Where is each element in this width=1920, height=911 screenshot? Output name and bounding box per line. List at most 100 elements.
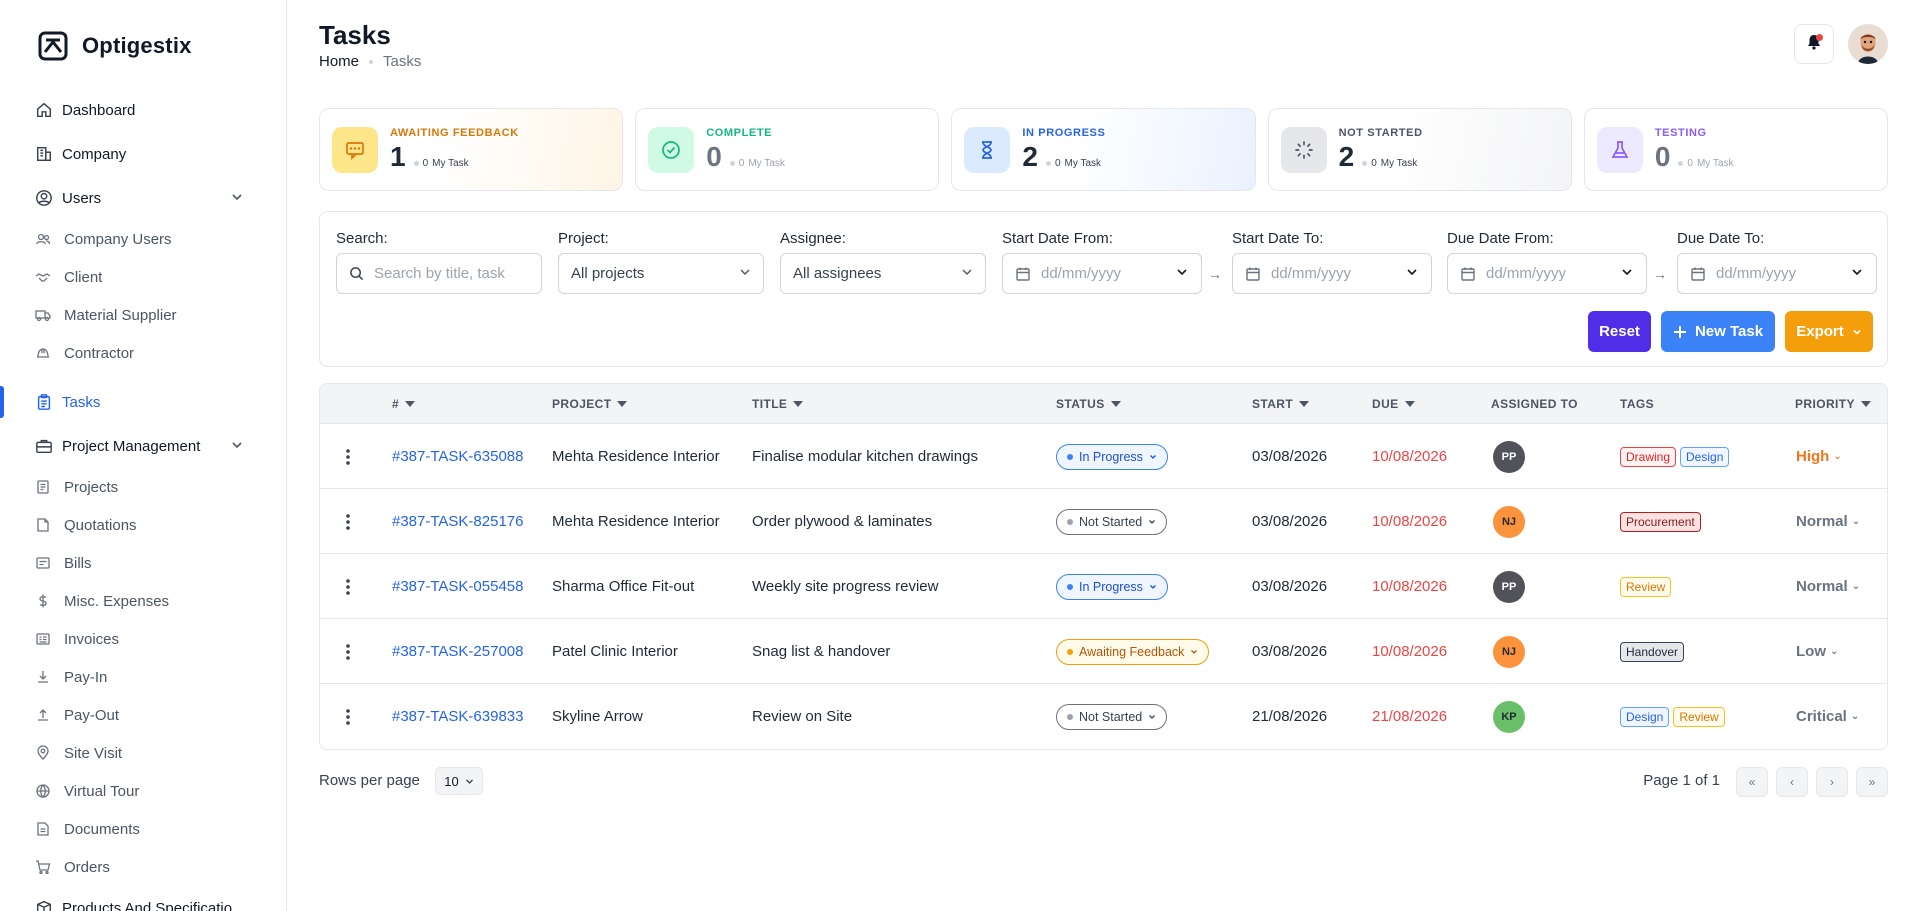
- sidebar-item-pay-in[interactable]: Pay-In: [0, 658, 286, 696]
- sidebar-item-project-management[interactable]: Project Management: [0, 424, 286, 468]
- sidebar-item-company[interactable]: Company: [0, 132, 286, 176]
- search-input[interactable]: Search by title, task: [336, 253, 542, 294]
- row-menu-button[interactable]: [346, 619, 350, 684]
- priority-dropdown[interactable]: Critical ⌄: [1796, 684, 1859, 749]
- sidebar-item-contractor[interactable]: Contractor: [0, 334, 286, 372]
- project-select[interactable]: All projects: [558, 253, 764, 294]
- start-from-label: Start Date From:: [1002, 230, 1113, 247]
- document-text-icon: [34, 820, 52, 838]
- row-menu-button[interactable]: [346, 554, 350, 619]
- status-dropdown[interactable]: Awaiting Feedback: [1056, 638, 1210, 665]
- status-dropdown[interactable]: In Progress: [1056, 443, 1168, 470]
- sidebar-item-products[interactable]: Products And Specificatio: [0, 886, 286, 911]
- sidebar-item-documents[interactable]: Documents: [0, 810, 286, 848]
- start-date-from-input[interactable]: dd/mm/yyyy: [1002, 253, 1202, 294]
- column-header-label: PROJECT: [552, 397, 612, 411]
- sidebar-item-material-supplier[interactable]: Material Supplier: [0, 296, 286, 334]
- pagination: Rows per page 10 Page 1 of 1 « ‹ › »: [319, 750, 1888, 810]
- table-row[interactable]: #387-TASK-825176 Mehta Residence Interio…: [320, 489, 1887, 554]
- column-header-start[interactable]: START: [1252, 384, 1310, 424]
- priority-dropdown[interactable]: High ⌄: [1796, 424, 1842, 489]
- column-header-title[interactable]: TITLE: [752, 384, 804, 424]
- column-header-status[interactable]: STATUS: [1056, 384, 1121, 424]
- new-task-button[interactable]: New Task: [1661, 311, 1775, 352]
- title-cell[interactable]: Order plywood & laminates: [752, 489, 932, 554]
- title-cell[interactable]: Weekly site progress review: [752, 554, 938, 619]
- stat-card-testing[interactable]: TESTING 0 0 My Task: [1583, 108, 1889, 191]
- next-page-button[interactable]: ›: [1816, 767, 1848, 797]
- title-cell[interactable]: Snag list & handover: [752, 619, 890, 684]
- top-actions: [1794, 24, 1888, 64]
- row-menu-button[interactable]: [346, 684, 350, 749]
- task-id-link[interactable]: #387-TASK-257008: [392, 619, 523, 684]
- sidebar-item-label: Material Supplier: [64, 306, 177, 324]
- stat-card-awaiting-feedback[interactable]: AWAITING FEEDBACK 1 0 My Task: [319, 108, 624, 191]
- row-menu-button[interactable]: [346, 424, 350, 489]
- avatar[interactable]: PP: [1493, 570, 1525, 603]
- avatar[interactable]: PP: [1493, 440, 1525, 473]
- user-avatar[interactable]: [1848, 24, 1888, 64]
- avatar[interactable]: KP: [1493, 700, 1525, 733]
- sidebar-item-bills[interactable]: Bills: [0, 544, 286, 582]
- due-date-to-input[interactable]: dd/mm/yyyy: [1677, 253, 1877, 294]
- sidebar-item-misc-expenses[interactable]: Misc. Expenses: [0, 582, 286, 620]
- chevron-down-icon: [961, 265, 973, 282]
- title-cell[interactable]: Finalise modular kitchen drawings: [752, 424, 978, 489]
- column-header-priority[interactable]: PRIORITY: [1795, 384, 1871, 424]
- assignee-select[interactable]: All assignees: [780, 253, 986, 294]
- status-label: In Progress: [1079, 449, 1143, 464]
- priority-dropdown[interactable]: Normal ⌄: [1796, 489, 1860, 554]
- task-id-link[interactable]: #387-TASK-055458: [392, 554, 523, 619]
- sidebar-item-orders[interactable]: Orders: [0, 848, 286, 886]
- sidebar-item-client[interactable]: Client: [0, 258, 286, 296]
- previous-page-button[interactable]: ‹: [1776, 767, 1808, 797]
- stat-card-not-started[interactable]: NOT STARTED 2 0 My Task: [1267, 108, 1572, 191]
- stat-card-complete[interactable]: COMPLETE 0 0 My Task: [635, 108, 940, 191]
- sidebar-item-company-users[interactable]: Company Users: [0, 220, 286, 258]
- table-row[interactable]: #387-TASK-639833 Skyline Arrow Review on…: [320, 684, 1887, 749]
- avatar[interactable]: NJ: [1493, 635, 1525, 668]
- rows-per-page-select[interactable]: 10: [435, 767, 483, 795]
- priority-dropdown[interactable]: Normal ⌄: [1796, 554, 1860, 619]
- task-id-link[interactable]: #387-TASK-635088: [392, 424, 523, 489]
- task-id-link[interactable]: #387-TASK-825176: [392, 489, 523, 554]
- last-page-button[interactable]: »: [1856, 767, 1888, 797]
- sidebar-item-site-visit[interactable]: Site Visit: [0, 734, 286, 772]
- sidebar-item-virtual-tour[interactable]: Virtual Tour: [0, 772, 286, 810]
- row-menu-button[interactable]: [346, 489, 350, 554]
- sidebar-item-quotations[interactable]: Quotations: [0, 506, 286, 544]
- sidebar-item-users[interactable]: Users: [0, 176, 286, 220]
- notifications-button[interactable]: [1794, 24, 1834, 64]
- table-row[interactable]: #387-TASK-055458 Sharma Office Fit-out W…: [320, 554, 1887, 619]
- sidebar-item-dashboard[interactable]: Dashboard: [0, 88, 286, 132]
- sidebar-item-label: Client: [64, 268, 103, 286]
- start-date-cell: 03/08/2026: [1252, 513, 1328, 530]
- breadcrumb-home[interactable]: Home: [319, 53, 359, 70]
- first-page-button[interactable]: «: [1736, 767, 1768, 797]
- export-button[interactable]: Export: [1785, 311, 1873, 352]
- column-header-id[interactable]: #: [392, 384, 416, 424]
- start-date-to-input[interactable]: dd/mm/yyyy: [1232, 253, 1432, 294]
- sidebar-item-projects[interactable]: Projects: [0, 468, 286, 506]
- status-dropdown[interactable]: Not Started: [1056, 703, 1168, 730]
- task-id-link[interactable]: #387-TASK-639833: [392, 684, 523, 749]
- sidebar-item-pay-out[interactable]: Pay-Out: [0, 696, 286, 734]
- sidebar-item-invoices[interactable]: Invoices: [0, 620, 286, 658]
- status-dropdown[interactable]: In Progress: [1056, 573, 1168, 600]
- brand[interactable]: Optigestix: [0, 24, 286, 68]
- page-info: Page 1 of 1: [1643, 772, 1720, 789]
- reset-button[interactable]: Reset: [1588, 311, 1651, 352]
- avatar[interactable]: NJ: [1493, 505, 1525, 538]
- stat-card-in-progress[interactable]: IN PROGRESS 2 0 My Task: [951, 108, 1256, 191]
- chevron-down-icon: [1148, 710, 1156, 724]
- table-row[interactable]: #387-TASK-635088 Mehta Residence Interio…: [320, 424, 1887, 489]
- sidebar-item-tasks[interactable]: Tasks: [0, 380, 286, 424]
- column-header-project[interactable]: PROJECT: [552, 384, 628, 424]
- title-cell[interactable]: Review on Site: [752, 684, 852, 749]
- stat-label: TESTING: [1654, 126, 1707, 139]
- priority-dropdown[interactable]: Low ⌄: [1796, 619, 1838, 684]
- due-date-from-input[interactable]: dd/mm/yyyy: [1447, 253, 1647, 294]
- status-dropdown[interactable]: Not Started: [1056, 508, 1168, 535]
- column-header-due[interactable]: DUE: [1372, 384, 1415, 424]
- table-row[interactable]: #387-TASK-257008 Patel Clinic Interior S…: [320, 619, 1887, 684]
